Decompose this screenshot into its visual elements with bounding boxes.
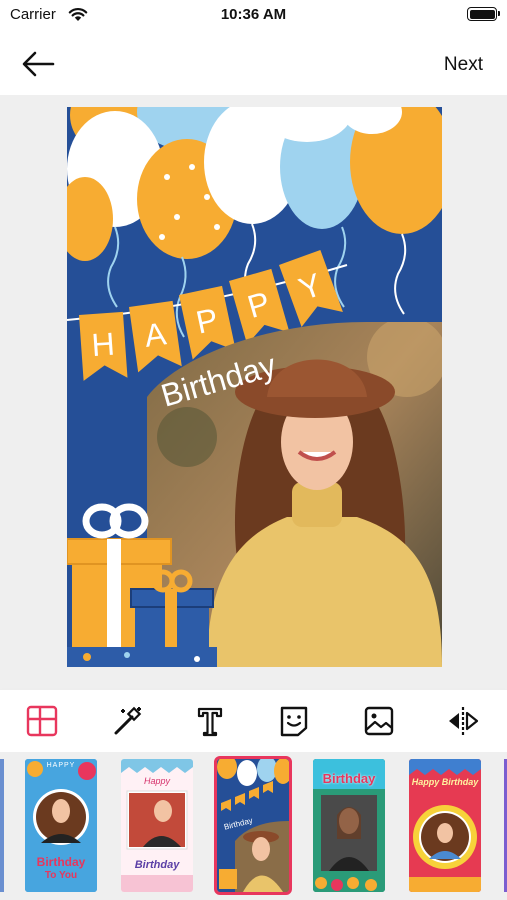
text-icon[interactable] bbox=[193, 704, 227, 738]
clock: 10:36 AM bbox=[220, 6, 287, 23]
template-thumb[interactable]: Birthday bbox=[313, 759, 385, 892]
next-button[interactable]: Next bbox=[444, 54, 483, 76]
arrow-left-icon[interactable] bbox=[20, 50, 56, 78]
editor-canvas: HAPPY Birthday bbox=[0, 95, 507, 690]
layout-grid-icon[interactable] bbox=[25, 704, 59, 738]
birthday-card[interactable]: HAPPY Birthday bbox=[67, 107, 442, 667]
sticker-icon[interactable] bbox=[277, 704, 311, 738]
template-thumb[interactable]: Happy Birthday bbox=[121, 759, 193, 892]
status-bar: Carrier 10:36 AM bbox=[0, 0, 507, 30]
template-thumb-selected[interactable]: Birthday bbox=[214, 756, 292, 895]
template-thumb-partial[interactable] bbox=[0, 759, 4, 892]
template-subtitle: To You bbox=[44, 870, 78, 881]
template-title-top: HAPPY bbox=[46, 762, 76, 769]
banner-letter: H bbox=[90, 326, 116, 364]
template-title: Birthday bbox=[36, 855, 86, 869]
image-icon[interactable] bbox=[362, 704, 396, 738]
flip-icon[interactable] bbox=[446, 704, 480, 738]
template-thumb[interactable]: Happy Birthday bbox=[409, 759, 481, 892]
magic-wand-icon[interactable] bbox=[110, 704, 144, 738]
nav-bar: Next bbox=[0, 38, 507, 92]
card-artwork: HAPPY Birthday bbox=[67, 107, 442, 667]
template-title: Birthday bbox=[134, 859, 180, 871]
template-strip: HAPPY Birthday To You Happy Birthday Bir… bbox=[0, 752, 507, 900]
battery-icon bbox=[467, 7, 500, 21]
template-title: Happy Birthday bbox=[411, 777, 479, 787]
editor-toolbar bbox=[0, 690, 507, 752]
template-title-top: Happy bbox=[143, 776, 170, 786]
template-thumb[interactable]: HAPPY Birthday To You bbox=[25, 759, 97, 892]
template-title: Birthday bbox=[322, 771, 376, 786]
